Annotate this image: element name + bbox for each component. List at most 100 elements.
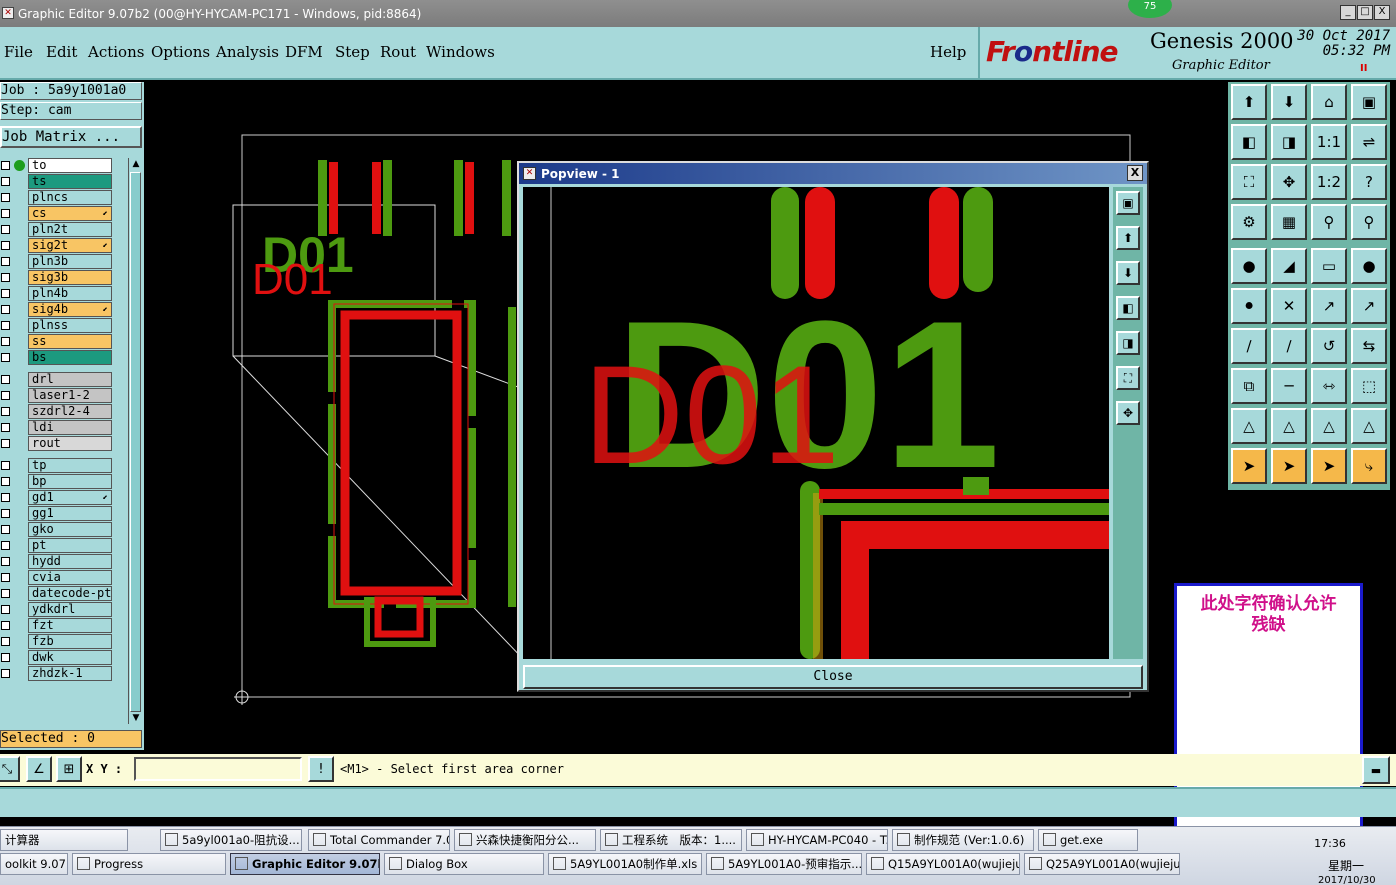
layer-checkbox[interactable] bbox=[1, 407, 10, 416]
taskbar-item[interactable]: 工程系统 版本：1.... bbox=[600, 829, 742, 851]
taskbar-item[interactable]: Total Commander 7.0... bbox=[308, 829, 450, 851]
layer-name[interactable]: zhdzk-1 bbox=[28, 666, 112, 681]
scroll-up-icon[interactable]: ▲ bbox=[129, 158, 143, 170]
layer-row[interactable]: cs ⬋ bbox=[0, 206, 128, 221]
layer-name[interactable]: pt bbox=[28, 538, 112, 553]
layer-name[interactable]: sig3b bbox=[28, 270, 112, 285]
layer-name[interactable]: ss bbox=[28, 334, 112, 349]
layer-checkbox[interactable] bbox=[1, 193, 10, 202]
layer-name[interactable]: pln2t bbox=[28, 222, 112, 237]
ruler-icon[interactable]: ▭ bbox=[1311, 248, 1347, 284]
pad-add-icon[interactable]: ● bbox=[1231, 248, 1267, 284]
taskbar-item[interactable]: 5a9yl001a0-阻抗设... bbox=[160, 829, 302, 851]
taskbar-item[interactable]: 计算器 bbox=[0, 829, 128, 851]
layer-row[interactable]: fzb bbox=[0, 634, 128, 649]
arc-icon[interactable]: ↗ bbox=[1311, 288, 1347, 324]
layer-row[interactable]: zhdzk-1 bbox=[0, 666, 128, 681]
layer-name[interactable]: dwk bbox=[28, 650, 112, 665]
arc-alt-icon[interactable]: ↗ bbox=[1351, 288, 1387, 324]
close-window-button[interactable]: X bbox=[1374, 5, 1390, 20]
rotate-icon[interactable]: ↺ bbox=[1311, 328, 1347, 364]
layer-name[interactable]: gd1 ⬋ bbox=[28, 490, 112, 505]
layer-checkbox[interactable] bbox=[1, 493, 10, 502]
pause-icon[interactable]: II bbox=[1360, 63, 1367, 74]
menu-analysis[interactable]: Analysis bbox=[216, 43, 279, 61]
layer-checkbox[interactable] bbox=[1, 257, 10, 266]
node-move-icon[interactable]: ⚫ bbox=[1231, 288, 1267, 324]
ratio-icon[interactable]: 1:2 bbox=[1311, 164, 1347, 200]
line-split-icon[interactable]: ─ bbox=[1271, 368, 1307, 404]
layer-row[interactable]: rout bbox=[0, 436, 128, 451]
layer-checkbox[interactable] bbox=[1, 353, 10, 362]
layer-name[interactable]: plnss bbox=[28, 318, 112, 333]
layer-row[interactable]: ydkdrl bbox=[0, 602, 128, 617]
taskbar-item[interactable]: Q15A9YL001A0(wujiejun.... bbox=[866, 853, 1020, 875]
layer-row[interactable]: ss bbox=[0, 334, 128, 349]
layer-checkbox[interactable] bbox=[1, 241, 10, 250]
redraw-icon[interactable]: ⇌ bbox=[1351, 124, 1387, 160]
window-icon[interactable]: ▣ bbox=[1351, 84, 1387, 120]
layer-checkbox[interactable] bbox=[1, 375, 10, 384]
popview-canvas[interactable]: D01 D01 bbox=[523, 187, 1109, 659]
popview-center-icon[interactable]: ✥ bbox=[1116, 401, 1140, 425]
select-box-icon[interactable]: ➤ bbox=[1271, 448, 1307, 484]
layer-name[interactable]: cs ⬋ bbox=[28, 206, 112, 221]
layer-checkbox[interactable] bbox=[1, 589, 10, 598]
layer-name[interactable]: ldi bbox=[28, 420, 112, 435]
layer-name[interactable]: plncs bbox=[28, 190, 112, 205]
layer-checkbox[interactable] bbox=[1, 439, 10, 448]
measure-icon[interactable]: ⚙ bbox=[1231, 204, 1267, 240]
layer-name[interactable]: drl bbox=[28, 372, 112, 387]
taskbar-item[interactable]: 5A9YL001A0制作单.xls ... bbox=[548, 853, 702, 875]
layer-row[interactable]: bp bbox=[0, 474, 128, 489]
layer-name[interactable]: sig2t ⬋ bbox=[28, 238, 112, 253]
one-to-one-icon[interactable]: 1:1 bbox=[1311, 124, 1347, 160]
layer-row[interactable]: plncs bbox=[0, 190, 128, 205]
resize-icon[interactable]: ⇿ bbox=[1311, 368, 1347, 404]
layer-row[interactable]: pln2t bbox=[0, 222, 128, 237]
layer-scrollbar[interactable]: ▲ ▼ bbox=[128, 158, 142, 724]
grid-icon[interactable]: ▦ bbox=[1271, 204, 1307, 240]
layer-name[interactable]: sig4b ⬋ bbox=[28, 302, 112, 317]
layer-checkbox[interactable] bbox=[1, 509, 10, 518]
popview-pan-right-icon[interactable]: ◨ bbox=[1116, 331, 1140, 355]
help-icon[interactable]: ? bbox=[1351, 164, 1387, 200]
layer-checkbox[interactable] bbox=[1, 289, 10, 298]
triangle-blue-icon[interactable]: △ bbox=[1311, 408, 1347, 444]
menu-actions[interactable]: Actions bbox=[88, 43, 144, 61]
popview-pan-left-icon[interactable]: ◧ bbox=[1116, 296, 1140, 320]
layer-name[interactable]: szdrl2-4 bbox=[28, 404, 112, 419]
layer-row[interactable]: szdrl2-4 bbox=[0, 404, 128, 419]
zoom-area-icon[interactable]: ⤡ bbox=[0, 756, 20, 782]
layer-checkbox[interactable] bbox=[1, 621, 10, 630]
layer-name[interactable]: ydkdrl bbox=[28, 602, 112, 617]
popview-close-x[interactable]: X bbox=[1127, 165, 1143, 181]
layer-name[interactable]: gko bbox=[28, 522, 112, 537]
grid-toggle-icon[interactable]: ⊞ bbox=[56, 756, 82, 782]
layer-checkbox[interactable] bbox=[1, 391, 10, 400]
layer-row[interactable]: dwk bbox=[0, 650, 128, 665]
taskbar-item[interactable]: Progress bbox=[72, 853, 226, 875]
layer-row[interactable]: ts bbox=[0, 174, 128, 189]
layer-checkbox[interactable] bbox=[1, 605, 10, 614]
layer-checkbox[interactable] bbox=[1, 557, 10, 566]
menu-dfm[interactable]: DFM bbox=[285, 43, 323, 61]
info-icon[interactable]: ! bbox=[308, 756, 334, 782]
triangle-select-icon[interactable]: △ bbox=[1271, 408, 1307, 444]
scroll-thumb[interactable] bbox=[130, 172, 141, 712]
xy-input[interactable] bbox=[134, 757, 302, 781]
layer-row[interactable]: hydd bbox=[0, 554, 128, 569]
layer-name[interactable]: datecode-ptc bbox=[28, 586, 112, 601]
layer-name[interactable]: pln3b bbox=[28, 254, 112, 269]
layer-name[interactable]: fzb bbox=[28, 634, 112, 649]
mirror-icon[interactable]: ⇆ bbox=[1351, 328, 1387, 364]
status-menu-icon[interactable]: ▬ bbox=[1362, 756, 1390, 784]
measure-angle-icon[interactable]: ∠ bbox=[26, 756, 52, 782]
taskbar-item[interactable]: oolkit 9.07... bbox=[0, 853, 68, 875]
scroll-down-icon[interactable]: ▼ bbox=[129, 712, 143, 724]
layer-checkbox[interactable] bbox=[1, 321, 10, 330]
taskbar-item[interactable]: get.exe bbox=[1038, 829, 1138, 851]
popview-layer-up-icon[interactable]: ⬆ bbox=[1116, 226, 1140, 250]
layer-checkbox[interactable] bbox=[1, 273, 10, 282]
layer-name[interactable]: to bbox=[28, 158, 112, 173]
